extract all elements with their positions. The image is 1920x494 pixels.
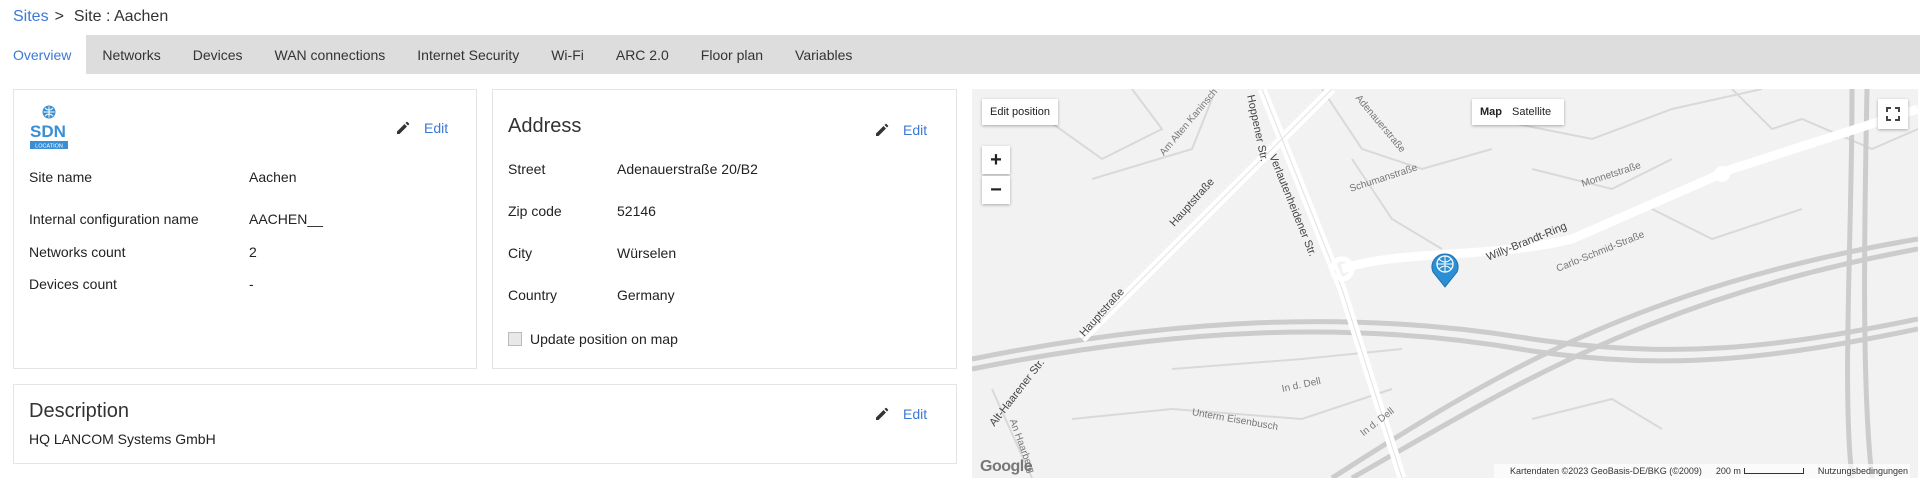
description-text: HQ LANCOM Systems GmbH [29,431,216,447]
field-value: - [249,276,254,292]
scale-text: 200 m [1715,466,1741,476]
tab-variables[interactable]: Variables [779,35,868,74]
tab-internet-security[interactable]: Internet Security [401,35,535,74]
attribution-text: Kartendaten ©2023 GeoBasis-DE/BKG (©2009… [1510,466,1702,476]
address-edit-label: Edit [903,122,928,138]
edit-position-button[interactable]: Edit position [982,99,1058,125]
address-edit-button[interactable]: Edit [875,122,927,138]
field-label: Site name [29,169,93,185]
field-value: Adenauerstraße 20/B2 [617,161,758,177]
field-value: Aachen [249,169,297,185]
pencil-icon [876,123,889,136]
description-edit-label: Edit [903,406,928,422]
map-terms-link[interactable]: Nutzungsbedingungen [1818,466,1908,476]
tab-floor-plan[interactable]: Floor plan [685,35,779,74]
tab-wan-connections[interactable]: WAN connections [259,35,402,74]
field-value: 52146 [617,203,656,219]
map-type-satellite-button[interactable]: Satellite [1510,106,1553,118]
description-card: Description Edit HQ LANCOM Systems GmbH [13,384,957,464]
map-attribution: Kartendaten ©2023 GeoBasis-DE/BKG (©2009… [1494,464,1910,478]
site-info-card: SDN LOCATION Edit Site name Aachen Inter… [13,89,477,369]
street-row: Street Adenauerstraße 20/B2 [508,161,758,177]
tab-wifi[interactable]: Wi-Fi [535,35,600,74]
field-value: Germany [617,287,675,303]
field-label: Devices count [29,276,117,292]
scale-bar [1743,468,1804,474]
field-value: 2 [249,244,257,260]
field-value: AACHEN__ [249,211,323,227]
fullscreen-button[interactable] [1878,99,1908,129]
sdn-location-logo: SDN LOCATION [29,105,69,151]
breadcrumb: Sites > Site : Aachen [13,6,168,28]
country-row: Country Germany [508,287,675,303]
pencil-icon [397,121,410,134]
breadcrumb-separator: > [54,8,64,25]
devices-count-row: Devices count - [29,276,254,292]
city-row: City Würselen [508,245,676,261]
address-card: Address Edit Street Adenauerstraße 20/B2… [492,89,957,369]
map-type-map-button[interactable]: Map [1472,106,1510,118]
tab-overview[interactable]: Overview [0,35,87,74]
field-label: City [508,245,533,261]
map-type-toggle: Map Satellite [1472,99,1564,125]
description-edit-button[interactable]: Edit [875,406,927,422]
site-edit-button[interactable]: Edit [396,120,448,136]
update-position-checkbox[interactable] [508,332,522,346]
site-name-row: Site name Aachen [29,169,296,185]
field-label: Internal configuration name [29,211,199,227]
field-label: Zip code [508,203,562,219]
tab-networks[interactable]: Networks [86,35,176,74]
map-scale: 200 m [1716,466,1804,476]
description-title: Description [29,400,130,422]
zoom-out-button[interactable]: − [982,176,1010,204]
config-name-row: Internal configuration name AACHEN__ [29,211,323,227]
tab-devices[interactable]: Devices [177,35,259,74]
zoom-in-button[interactable]: + [982,146,1010,174]
fullscreen-icon [1886,107,1900,121]
breadcrumb-sites-link[interactable]: Sites [13,8,49,26]
field-value: Würselen [617,245,677,261]
google-logo: Google [980,458,1033,475]
logo-subtext: LOCATION [35,144,63,150]
update-position-row: Update position on map [508,331,678,347]
site-location-marker[interactable] [1430,250,1460,288]
address-title: Address [508,115,582,137]
field-label: Street [508,161,546,177]
site-map[interactable]: Hauptstraße Hauptstraße Verlautenheidene… [972,89,1918,478]
logo-text: SDN [30,122,66,141]
networks-count-row: Networks count 2 [29,244,257,260]
field-label: Country [508,287,558,303]
field-label: Networks count [29,244,126,260]
zip-row: Zip code 52146 [508,203,656,219]
tab-bar: Overview Networks Devices WAN connection… [0,35,1920,74]
page-title: Site : Aachen [73,8,169,25]
tab-arc[interactable]: ARC 2.0 [600,35,685,74]
site-edit-label: Edit [424,120,449,136]
update-position-label: Update position on map [530,331,678,347]
pencil-icon [876,407,889,420]
